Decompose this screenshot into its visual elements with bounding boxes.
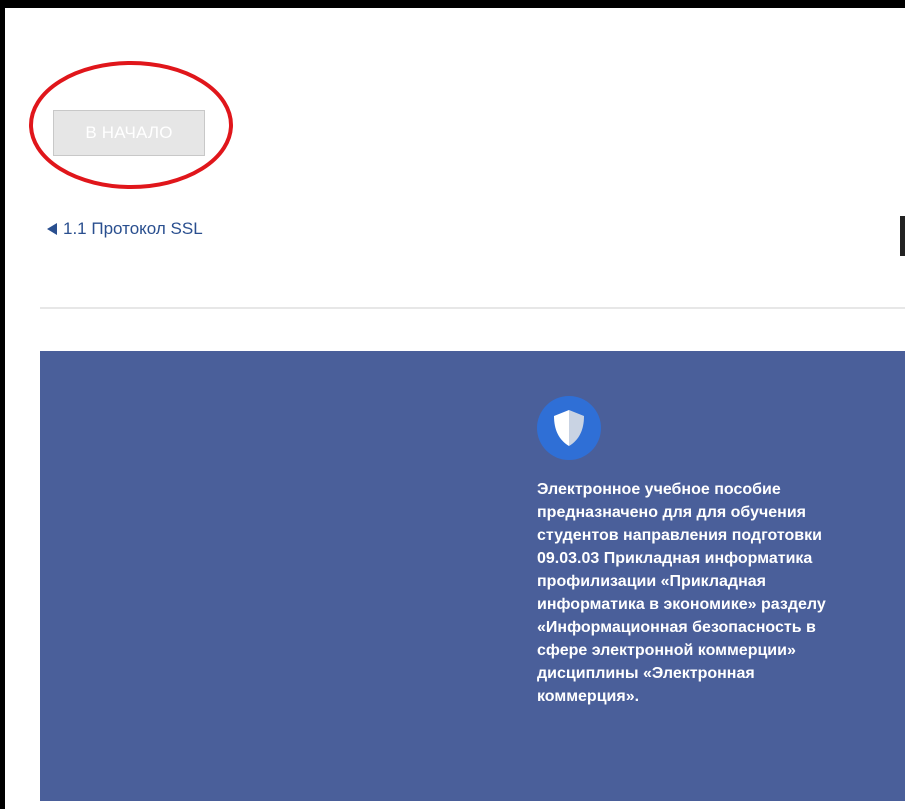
edge-control (900, 216, 905, 256)
red-annotation-circle (29, 61, 233, 189)
prev-chapter-link[interactable]: 1.1 Протокол SSL (47, 219, 203, 239)
shield-icon (537, 396, 601, 460)
divider (40, 307, 905, 309)
footer-description: Электронное учебное пособие предназначен… (537, 481, 826, 705)
arrow-left-icon (47, 223, 57, 235)
prev-chapter-label: 1.1 Протокол SSL (63, 219, 203, 238)
